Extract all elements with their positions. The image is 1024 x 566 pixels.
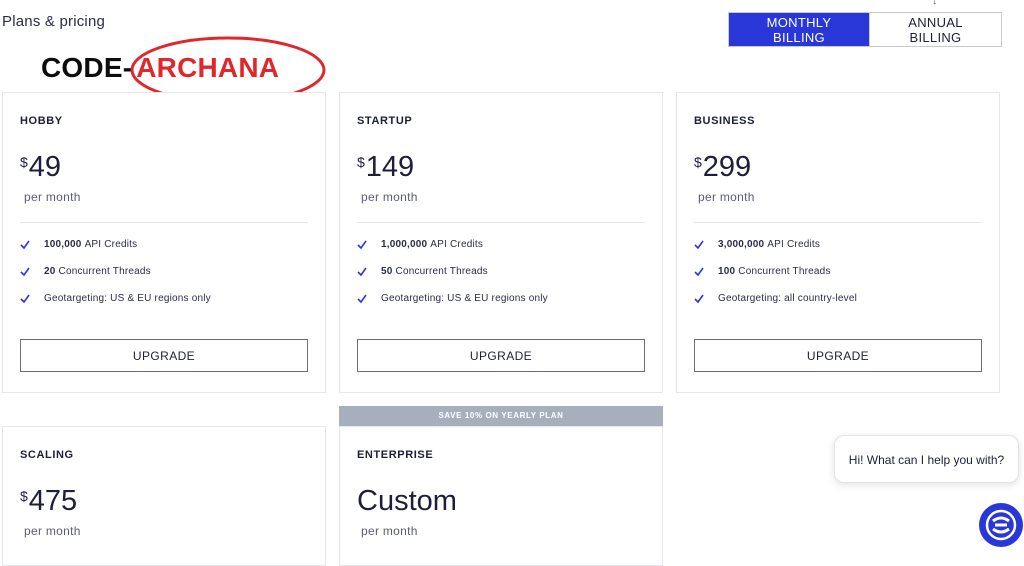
- feature-text: Concurrent Threads: [395, 266, 488, 277]
- price-value: 49: [28, 151, 62, 183]
- currency-symbol: $: [694, 154, 702, 170]
- feature-value: 50: [381, 266, 393, 277]
- upgrade-button[interactable]: UPGRADE: [694, 339, 982, 372]
- divider: [357, 222, 645, 223]
- feature-value: 100,000: [44, 239, 82, 250]
- plan-card-scaling: SCALING $475 per month: [2, 426, 326, 566]
- plan-period: per month: [24, 190, 81, 204]
- feature-list: 100,000 API Credits 20 Concurrent Threads Ge…: [20, 239, 211, 320]
- annual-billing-button[interactable]: ANNUAL BILLING: [869, 13, 1001, 46]
- plan-name: BUSINESS: [694, 115, 756, 127]
- plan-period: per month: [361, 524, 418, 538]
- plan-price: $475: [20, 485, 77, 518]
- feature-text: API Credits: [430, 239, 484, 250]
- plan-period: per month: [698, 190, 755, 204]
- check-icon: [694, 294, 704, 304]
- feature-item: Geotargeting: US & EU regions only: [357, 293, 548, 320]
- plan-name: SCALING: [20, 449, 74, 461]
- check-icon: [357, 240, 367, 250]
- plan-price: Custom: [357, 485, 457, 517]
- monthly-billing-button[interactable]: MONTHLY BILLING: [729, 13, 869, 46]
- feature-value: 3,000,000: [718, 239, 765, 250]
- upgrade-button[interactable]: UPGRADE: [20, 339, 308, 372]
- feature-item: 100,000 API Credits: [20, 239, 211, 266]
- currency-symbol: $: [20, 488, 28, 504]
- promo-code-value: ARCHANA: [136, 52, 280, 83]
- plan-name: STARTUP: [357, 115, 413, 127]
- check-icon: [20, 240, 30, 250]
- plan-card-business: BUSINESS $299 per month 3,000,000 API Credit…: [676, 92, 1000, 393]
- feature-text: API Credits: [84, 239, 138, 250]
- feature-text: API Credits: [767, 239, 821, 250]
- divider: [20, 222, 308, 223]
- feature-value: 20: [44, 266, 56, 277]
- chat-launcher-icon[interactable]: [979, 503, 1023, 547]
- feature-item: 1,000,000 API Credits: [357, 239, 548, 266]
- plan-price: $49: [20, 151, 61, 184]
- plan-card-hobby: HOBBY $49 per month 100,000 API Credits 20 Con…: [2, 92, 326, 393]
- down-arrow-icon: ↓: [932, 0, 937, 7]
- feature-value: 100: [718, 266, 736, 277]
- price-value: 149: [365, 151, 415, 183]
- feature-text: Geotargeting: US & EU regions only: [44, 293, 211, 304]
- check-icon: [357, 294, 367, 304]
- check-icon: [20, 294, 30, 304]
- feature-item: 3,000,000 API Credits: [694, 239, 857, 266]
- plan-name: HOBBY: [20, 115, 63, 127]
- chat-bubble[interactable]: Hi! What can I help you with?: [834, 435, 1019, 483]
- feature-list: 1,000,000 API Credits 50 Concurrent Threads…: [357, 239, 548, 320]
- currency-symbol: $: [20, 154, 28, 170]
- feature-item: 100 Concurrent Threads: [694, 266, 857, 293]
- check-icon: [357, 267, 367, 277]
- feature-text: Geotargeting: all country-level: [718, 293, 858, 304]
- save-banner: SAVE 10% ON YEARLY PLAN: [339, 406, 663, 426]
- feature-text: Concurrent Threads: [738, 266, 831, 277]
- feature-text: Geotargeting: US & EU regions only: [381, 293, 548, 304]
- plan-period: per month: [24, 524, 81, 538]
- divider: [694, 222, 982, 223]
- plan-card-startup: STARTUP $149 per month 1,000,000 API Credits…: [339, 92, 663, 393]
- feature-text: Concurrent Threads: [58, 266, 151, 277]
- feature-item: Geotargeting: US & EU regions only: [20, 293, 211, 320]
- check-icon: [694, 240, 704, 250]
- promo-prefix: CODE-: [41, 52, 133, 83]
- promo-code: CODE- ARCHANA: [41, 52, 279, 84]
- upgrade-button[interactable]: UPGRADE: [357, 339, 645, 372]
- price-value: 299: [702, 151, 752, 183]
- feature-item: Geotargeting: all country-level: [694, 293, 857, 320]
- currency-symbol: $: [357, 154, 365, 170]
- plan-name: ENTERPRISE: [357, 449, 434, 461]
- plan-card-enterprise: ENTERPRISE Custom per month: [339, 426, 663, 566]
- check-icon: [694, 267, 704, 277]
- plan-price: $299: [694, 151, 751, 184]
- feature-item: 20 Concurrent Threads: [20, 266, 211, 293]
- page-title: Plans & pricing: [2, 13, 106, 30]
- price-value: 475: [28, 485, 78, 517]
- feature-item: 50 Concurrent Threads: [357, 266, 548, 293]
- feature-value: 1,000,000: [381, 239, 428, 250]
- plan-period: per month: [361, 190, 418, 204]
- check-icon: [20, 267, 30, 277]
- plan-price: $149: [357, 151, 414, 184]
- feature-list: 3,000,000 API Credits 100 Concurrent Thread…: [694, 239, 857, 320]
- billing-toggle: MONTHLY BILLING ANNUAL BILLING: [728, 12, 1002, 47]
